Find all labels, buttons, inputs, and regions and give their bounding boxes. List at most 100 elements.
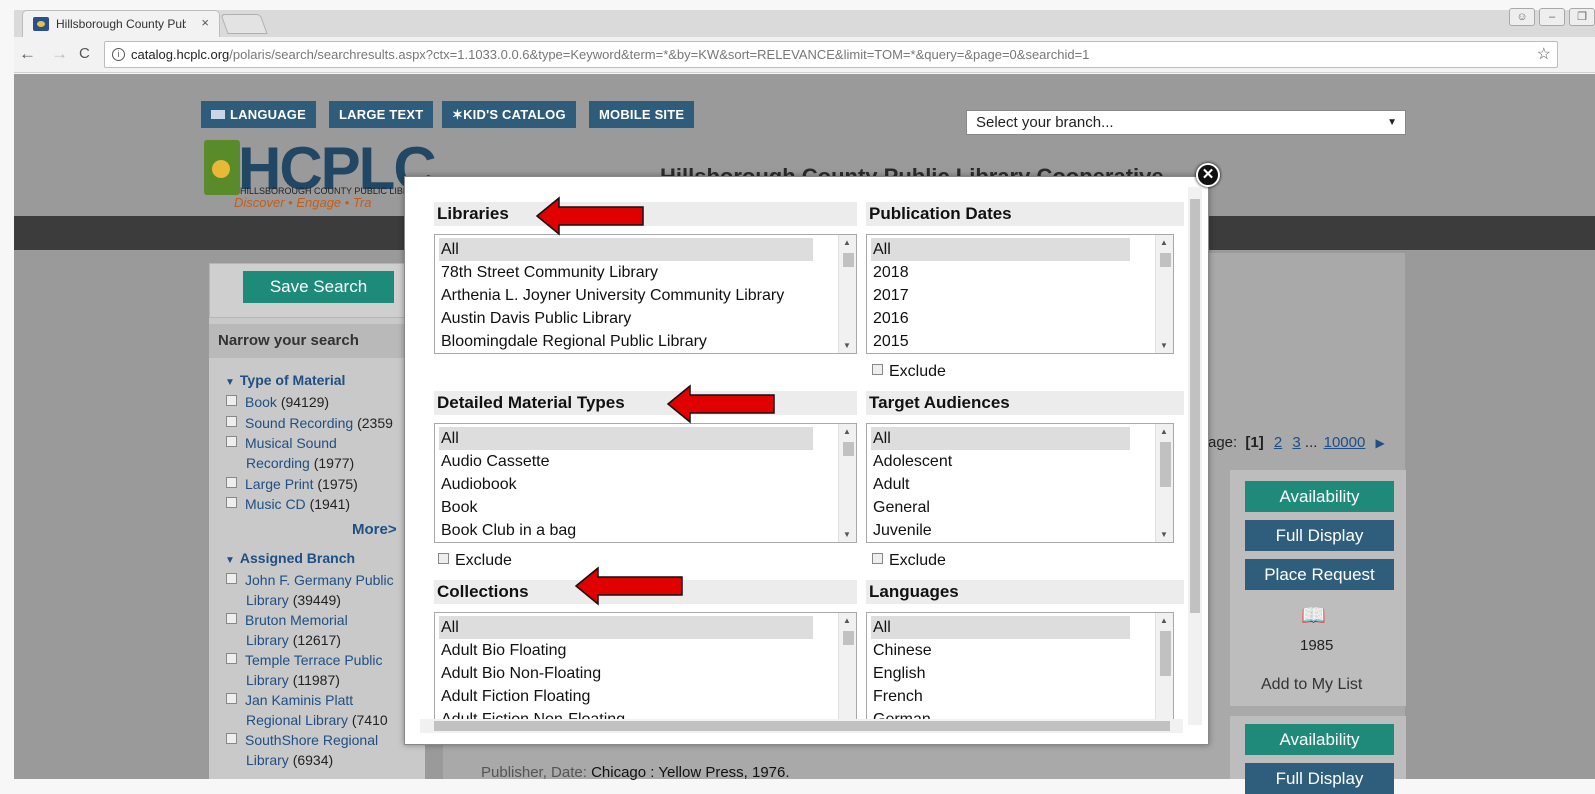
list-option[interactable]: Juvenile <box>867 519 1153 542</box>
facet-item[interactable]: Musical Sound Recording (1977) <box>226 433 354 473</box>
list-option[interactable]: All <box>871 427 1130 450</box>
add-to-list-link[interactable]: Add to My List <box>1261 676 1362 694</box>
list-scrollbar[interactable]: ▲ ▼ <box>838 424 856 542</box>
facet-item[interactable]: Temple Terrace Public Library (11987) <box>226 650 382 690</box>
list-option[interactable]: Austin Davis Public Library <box>435 307 836 330</box>
modal-vertical-scrollbar[interactable] <box>1188 187 1202 725</box>
list-option[interactable]: 2015 <box>867 330 1153 353</box>
list-option[interactable]: Audiobook <box>435 473 836 496</box>
list-scrollbar[interactable]: ▲ <box>838 613 856 720</box>
list-option[interactable]: All <box>439 238 813 261</box>
next-page-icon[interactable]: ▶ <box>1376 436 1385 450</box>
collections-listbox[interactable]: All Adult Bio Floating Adult Bio Non-Flo… <box>434 612 857 720</box>
list-scrollbar[interactable]: ▲ <box>1155 613 1173 720</box>
list-option[interactable]: English <box>867 662 1153 685</box>
list-option[interactable]: 2017 <box>867 284 1153 307</box>
facet-item[interactable]: Book (94129) <box>226 392 329 412</box>
forward-icon[interactable]: → <box>51 43 68 65</box>
list-option[interactable]: Adult Fiction Floating <box>435 685 836 708</box>
list-option[interactable]: General <box>867 496 1153 519</box>
last-page-link[interactable]: 10000 <box>1324 434 1366 451</box>
minimize-icon[interactable]: – <box>1539 8 1565 26</box>
scroll-down-icon[interactable]: ▼ <box>843 530 851 539</box>
material-types-listbox[interactable]: All Audio Cassette Audiobook Book Book C… <box>434 423 857 543</box>
list-option[interactable]: Bloomingdale Regional Public Library <box>435 330 836 353</box>
target-audiences-listbox[interactable]: All Adolescent Adult General Juvenile ▲ ▼ <box>866 423 1174 543</box>
exclude-dates-checkbox[interactable]: Exclude <box>872 363 946 381</box>
list-scrollbar[interactable]: ▲ ▼ <box>838 235 856 353</box>
save-search-button[interactable]: Save Search <box>243 271 394 303</box>
scroll-up-icon[interactable]: ▲ <box>843 238 851 247</box>
list-option[interactable]: 78th Street Community Library <box>435 261 836 284</box>
facet-type-of-material[interactable]: Type of Material <box>225 372 346 388</box>
facet-checkbox[interactable] <box>226 395 237 406</box>
scroll-up-icon[interactable]: ▲ <box>843 427 851 436</box>
availability-button[interactable]: Availability <box>1245 724 1394 755</box>
kids-catalog-button[interactable]: ✶KID'S CATALOG <box>442 101 576 128</box>
list-option[interactable]: All <box>871 616 1130 639</box>
scroll-up-icon[interactable]: ▲ <box>1160 427 1168 436</box>
exclude-material-checkbox[interactable]: Exclude <box>438 552 512 570</box>
list-option[interactable]: 2018 <box>867 261 1153 284</box>
scroll-down-icon[interactable]: ▼ <box>1160 341 1168 350</box>
list-option[interactable]: Adolescent <box>867 450 1153 473</box>
facet-item[interactable]: Jan Kaminis Platt Regional Library (7410 <box>226 690 388 730</box>
list-option[interactable]: Adult Bio Non-Floating <box>435 662 836 685</box>
facet-assigned-branch[interactable]: Assigned Branch <box>225 550 355 566</box>
profile-icon[interactable]: ☺ <box>1509 8 1535 26</box>
facet-checkbox[interactable] <box>226 573 237 584</box>
address-bar[interactable]: i catalog.hcplc.org/polaris/search/searc… <box>104 41 1558 68</box>
facet-item[interactable]: Sound Recording (2359 <box>226 413 393 433</box>
scroll-up-icon[interactable]: ▲ <box>1160 616 1168 625</box>
list-option[interactable]: All <box>871 238 1130 261</box>
new-tab-button[interactable] <box>220 14 268 34</box>
tab-close-icon[interactable]: × <box>201 15 209 30</box>
publication-dates-listbox[interactable]: All 2018 2017 2016 2015 ▲ ▼ <box>866 234 1174 354</box>
scroll-up-icon[interactable]: ▲ <box>843 616 851 625</box>
facet-checkbox[interactable] <box>226 653 237 664</box>
scroll-thumb[interactable] <box>1190 199 1200 613</box>
facet-item[interactable]: John F. Germany Public Library (39449) <box>226 570 394 610</box>
place-request-button[interactable]: Place Request <box>1245 559 1394 590</box>
branch-select[interactable]: Select your branch... ▼ <box>966 110 1406 135</box>
scroll-thumb[interactable] <box>434 721 1170 731</box>
list-option[interactable]: Arthenia L. Joyner University Community … <box>435 284 836 307</box>
facet-checkbox[interactable] <box>226 436 237 447</box>
facet-item[interactable]: Music CD (1941) <box>226 494 350 514</box>
scroll-up-icon[interactable]: ▲ <box>1160 238 1168 247</box>
full-display-button[interactable]: Full Display <box>1245 520 1394 551</box>
back-icon[interactable]: ← <box>19 43 36 65</box>
mobile-site-button[interactable]: MOBILE SITE <box>589 101 695 128</box>
bookmark-star-icon[interactable]: ☆ <box>1537 42 1551 67</box>
language-button[interactable]: LANGUAGE <box>201 101 316 128</box>
list-option[interactable]: Book Club in a bag <box>435 519 836 542</box>
availability-button[interactable]: Availability <box>1245 481 1394 512</box>
scroll-down-icon[interactable]: ▼ <box>843 341 851 350</box>
restore-icon[interactable]: ❐ <box>1569 8 1595 26</box>
reload-icon[interactable]: C <box>79 43 90 65</box>
facet-checkbox[interactable] <box>226 477 237 488</box>
page-link[interactable]: 3 <box>1292 434 1300 451</box>
languages-listbox[interactable]: All Chinese English French German ▲ <box>866 612 1174 720</box>
info-icon[interactable]: i <box>112 48 125 61</box>
modal-horizontal-scrollbar[interactable] <box>420 719 1183 733</box>
list-option[interactable]: All <box>439 616 813 639</box>
large-text-button[interactable]: LARGE TEXT <box>329 101 434 128</box>
more-link[interactable]: More> <box>352 521 397 538</box>
facet-item[interactable]: SouthShore Regional Library (6934) <box>226 730 378 770</box>
facet-item[interactable]: Bruton Memorial Library (12617) <box>226 610 348 650</box>
list-scrollbar[interactable]: ▲ ▼ <box>1155 424 1173 542</box>
list-option[interactable]: Adult <box>867 473 1153 496</box>
facet-checkbox[interactable] <box>226 416 237 427</box>
facet-checkbox[interactable] <box>226 497 237 508</box>
scroll-down-icon[interactable]: ▼ <box>1160 530 1168 539</box>
page-link[interactable]: 2 <box>1274 434 1282 451</box>
facet-item[interactable]: Large Print (1975) <box>226 474 358 494</box>
exclude-audiences-checkbox[interactable]: Exclude <box>872 552 946 570</box>
modal-close-icon[interactable]: ✕ <box>1196 163 1220 187</box>
facet-checkbox[interactable] <box>226 693 237 704</box>
list-option[interactable]: Chinese <box>867 639 1153 662</box>
list-option[interactable]: Book <box>435 496 836 519</box>
list-option[interactable]: All <box>439 427 813 450</box>
list-option[interactable]: Audio Cassette <box>435 450 836 473</box>
